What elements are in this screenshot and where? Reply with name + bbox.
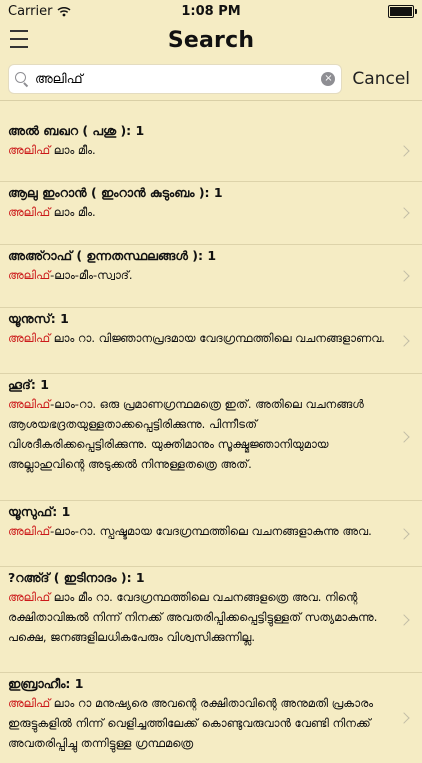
menu-line [10, 30, 28, 32]
result-title: ഇബ്രാഹീം: 1 [8, 676, 84, 691]
battery-icon [388, 4, 417, 18]
result-highlight: അലിഫ് [8, 696, 51, 710]
results-list: അൽ ബഖറ ( പശു ): 1 അലിഫ് ലാം മീം. ആലു ഇംറ… [0, 120, 422, 763]
result-text: ലാം മീം റാ. വേദഗ്രന്ഥത്തിലെ വചനങ്ങളത്രെ … [8, 590, 378, 644]
result-text: ലാം മീം. [50, 143, 96, 157]
wifi-icon [57, 6, 71, 16]
status-left: Carrier [8, 4, 71, 19]
result-title: ഹൂദ്: 1 [8, 377, 49, 392]
result-highlight: അലിഫ് [8, 397, 51, 411]
result-highlight: അലിഫ് [8, 590, 51, 604]
result-text: ലാം റാ. വിജ്ഞാനപ്രദമായ വേദഗ്രന്ഥത്തിലെ വ… [50, 331, 385, 345]
chevron-right-icon [398, 334, 410, 347]
result-title: അൽ ബഖറ ( പശു ): 1 [8, 123, 145, 138]
result-title: യൂസുഫ്: 1 [8, 504, 71, 519]
result-body: അലിഫ് ലാം മീം. [8, 202, 392, 222]
result-body: അലിഫ് ലാം മീം. [8, 140, 392, 160]
result-title: ആലു ഇംറാൻ ( ഇംറാൻ കുടുംബം ): 1 [8, 185, 223, 200]
search-icon [15, 72, 29, 86]
chevron-right-icon [398, 270, 410, 282]
result-text: ലാം റാ മനുഷ്യരെ അവന്റെ രക്ഷിതാവിന്റെ അനു… [8, 696, 374, 750]
result-text: ലാം മീം. [50, 205, 96, 219]
cancel-button[interactable]: Cancel [352, 69, 414, 89]
chevron-right-icon [398, 613, 410, 626]
result-body: അലിഫ്-ലാം-റാ. ഒരു പ്രമാണഗ്രന്ഥമത്രെ ഇത്.… [8, 394, 392, 474]
page-title: Search [167, 27, 255, 53]
result-highlight: അലിഫ് [8, 524, 51, 538]
result-body: അലിഫ്-ലാം-റാ. സ്പഷ്ടമായ വേദഗ്രന്ഥത്തിലെ … [8, 521, 392, 541]
result-highlight: അലിഫ് [8, 143, 51, 157]
result-text: -ലാം-റാ. ഒരു പ്രമാണഗ്രന്ഥമത്രെ ഇത്. അതില… [8, 397, 364, 471]
search-input[interactable] [35, 71, 316, 87]
result-row[interactable]: ആലു ഇംറാൻ ( ഇംറാൻ കുടുംബം ): 1 അലിഫ് ലാം… [0, 182, 422, 245]
chevron-right-icon [398, 207, 410, 219]
clear-icon[interactable]: × [321, 72, 336, 86]
battery-fill [390, 6, 412, 16]
result-row[interactable]: യൂനുസ്: 1 അലിഫ് ലാം റാ. വിജ്ഞാനപ്രദമായ വ… [0, 308, 422, 374]
result-body: അലിഫ്-ലാം-മീം-സ്വാദ്. [8, 265, 392, 285]
result-row[interactable]: അൽ ബഖറ ( പശു ): 1 അലിഫ് ലാം മീം. [0, 120, 422, 182]
chevron-right-icon [398, 712, 410, 724]
search-row: × Cancel [0, 58, 422, 100]
chevron-right-icon [398, 144, 410, 157]
result-text: -ലാം-മീം-സ്വാദ്. [50, 268, 133, 282]
result-title: അഅ്റാഫ് ( ഉന്നതസ്ഥലങ്ങൾ ): 1 [8, 248, 217, 263]
hamburger-menu-icon[interactable] [10, 30, 28, 48]
result-title: യൂനുസ്: 1 [8, 311, 69, 326]
search-divider [0, 100, 422, 101]
result-row[interactable]: അഅ്റാഫ് ( ഉന്നതസ്ഥലങ്ങൾ ): 1 അലിഫ്-ലാം-മ… [0, 245, 422, 308]
result-body: അലിഫ് ലാം റാ. വിജ്ഞാനപ്രദമായ വേദഗ്രന്ഥത്… [8, 328, 392, 348]
result-row[interactable]: ഹൂദ്: 1 അലിഫ്-ലാം-റാ. ഒരു പ്രമാണഗ്രന്ഥമത… [0, 374, 422, 501]
status-bar: Carrier 1:08 PM [0, 0, 422, 22]
menu-line [10, 38, 28, 40]
result-highlight: അലിഫ് [8, 268, 51, 282]
chevron-right-icon [398, 431, 410, 443]
result-body: അലിഫ് ലാം റാ മനുഷ്യരെ അവന്റെ രക്ഷിതാവിന്… [8, 693, 392, 753]
result-row[interactable]: ?റഅ്ദ് ( ഇടിനാദം ): 1 അലിഫ് ലാം മീം റാ. … [0, 567, 422, 673]
carrier-label: Carrier [8, 3, 53, 19]
result-title: ?റഅ്ദ് ( ഇടിനാദം ): 1 [8, 570, 145, 585]
menu-line [10, 46, 28, 48]
result-highlight: അലിഫ് [8, 331, 51, 345]
result-highlight: അലിഫ് [8, 205, 51, 219]
chevron-right-icon [398, 527, 410, 540]
result-row[interactable]: യൂസുഫ്: 1 അലിഫ്-ലാം-റാ. സ്പഷ്ടമായ വേദഗ്ര… [0, 501, 422, 567]
search-box[interactable]: × [8, 64, 343, 94]
nav-bar: Search [0, 22, 422, 58]
result-body: അലിഫ് ലാം മീം റാ. വേദഗ്രന്ഥത്തിലെ വചനങ്ങ… [8, 587, 392, 647]
result-text: -ലാം-റാ. സ്പഷ്ടമായ വേദഗ്രന്ഥത്തിലെ വചനങ്… [50, 524, 372, 538]
